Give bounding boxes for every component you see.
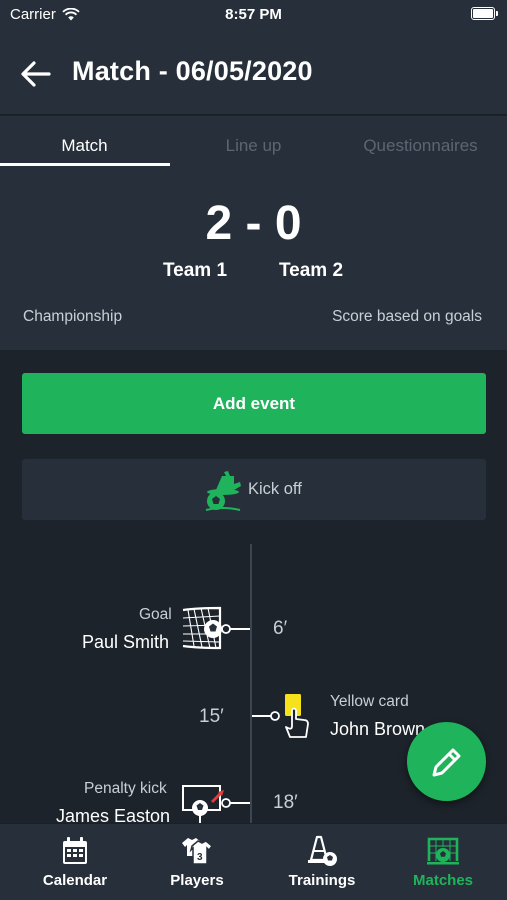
nav-trainings-label: Trainings [288, 872, 356, 889]
nav-matches[interactable]: Matches [380, 824, 506, 900]
kickoff-card: Kick off [22, 459, 486, 520]
yellow-card-icon [252, 694, 309, 738]
event-penalty-type: Penalty kick [84, 780, 167, 797]
battery-icon [471, 7, 498, 20]
kickoff-icon [205, 471, 241, 511]
status-time: 8:57 PM [225, 6, 282, 23]
event-goal-type: Goal [139, 606, 172, 623]
trainings-icon [308, 835, 337, 866]
page-title: Match - 06/05/2020 [72, 56, 313, 86]
nav-players-label: Players [170, 872, 224, 889]
tab-line-up[interactable]: Line up [169, 116, 338, 166]
team1-name: Team 1 [162, 260, 228, 281]
edit-fab-button[interactable] [407, 722, 486, 801]
bottom-nav: Calendar 3 Players Trainings Matches [0, 823, 507, 900]
event-card-type: Yellow card [330, 693, 409, 710]
tab-match[interactable]: Match [0, 116, 169, 166]
event-card-player: John Brown [330, 719, 426, 739]
svg-text:3: 3 [197, 852, 203, 863]
nav-trainings[interactable]: Trainings [259, 824, 385, 900]
nav-players[interactable]: 3 Players [134, 824, 260, 900]
event-card-minute: 15′ [199, 706, 224, 727]
event-goal-player: Paul Smith [82, 632, 170, 652]
nav-calendar-label: Calendar [42, 872, 108, 889]
kickoff-label: Kick off [248, 480, 302, 498]
app-header: Match - 06/05/2020 [0, 30, 507, 115]
back-arrow-icon[interactable] [18, 56, 54, 92]
nav-calendar[interactable]: Calendar [12, 824, 138, 900]
nav-matches-label: Matches [412, 872, 474, 889]
status-bar: Carrier 8:57 PM [0, 0, 507, 30]
tab-questionnaires[interactable]: Questionnaires [336, 116, 505, 166]
calendar-icon [63, 837, 87, 864]
pencil-icon [432, 748, 461, 777]
score-basis-label: Score based on goals [332, 308, 482, 325]
competition-label: Championship [23, 308, 123, 325]
matches-icon [427, 837, 459, 865]
penalty-kick-icon [182, 785, 250, 823]
score-panel: 2 - 0 Team 1 Team 2 Championship Score b… [0, 166, 507, 350]
match-score: 2 - 0 [205, 197, 302, 250]
add-event-button[interactable]: Add event [22, 373, 486, 434]
tab-bar: Match Line up Questionnaires [0, 116, 507, 166]
players-icon: 3 [182, 838, 214, 865]
team2-name: Team 2 [278, 260, 344, 281]
event-goal-minute: 6′ [273, 618, 288, 639]
event-penalty-minute: 18′ [273, 792, 298, 813]
goal-net-icon [182, 606, 250, 650]
